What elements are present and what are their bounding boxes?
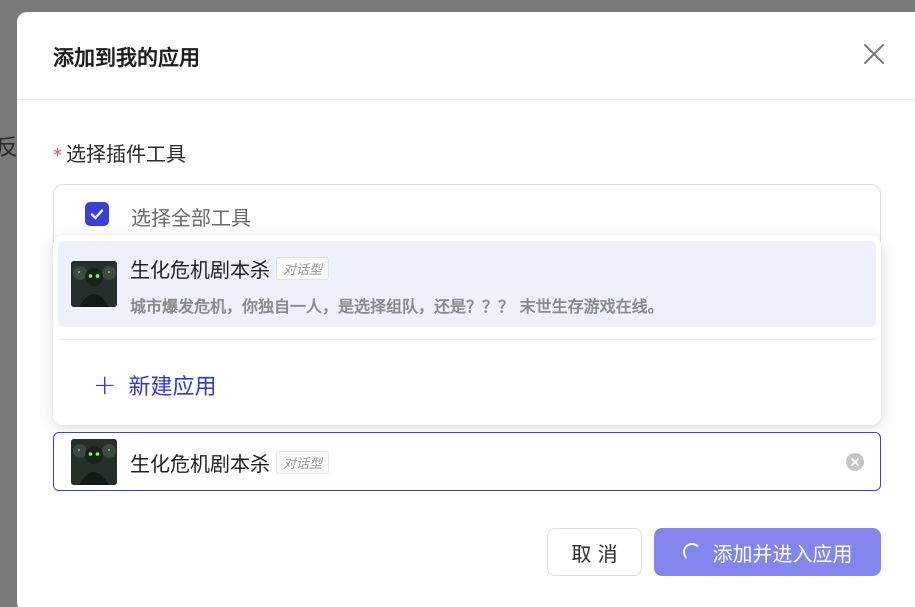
required-mark: * [53, 145, 62, 166]
new-app-button[interactable]: + 新建应用 [93, 369, 216, 401]
app-thumbnail [71, 261, 117, 307]
selected-app-select[interactable]: 生化危机剧本杀 对话型 [53, 432, 881, 491]
background-text: 反 [0, 136, 19, 161]
app-thumbnail [71, 439, 117, 485]
select-all-label: 选择全部工具 [131, 206, 251, 230]
clear-icon[interactable] [846, 453, 864, 471]
app-option-name: 生化危机剧本杀 对话型 [130, 254, 330, 283]
dropdown-divider [58, 339, 876, 340]
new-app-label: 新建应用 [128, 375, 217, 400]
loading-spinner-icon [682, 543, 701, 561]
selected-app-name: 生化危机剧本杀 对话型 [130, 448, 330, 477]
field-label: * 选择插件工具 [53, 138, 186, 167]
app-dropdown: 生化危机剧本杀 对话型 城市爆发危机，你独自一人，是选择组队，还是？？？ 末世生存… [53, 235, 881, 425]
modal-title: 添加到我的应用 [53, 46, 200, 70]
add-to-my-apps-modal: 添加到我的应用 * 选择插件工具 选择全部工具 生化危机剧本杀 对话型 城市爆发… [17, 12, 915, 607]
app-type-tag: 对话型 [276, 257, 330, 280]
modal-header: 添加到我的应用 [17, 12, 915, 100]
cancel-button[interactable]: 取 消 [547, 528, 642, 576]
close-icon[interactable] [862, 42, 886, 66]
app-option-description: 城市爆发危机，你独自一人，是选择组队，还是？？？ 末世生存游戏在线。 [130, 297, 664, 316]
app-type-tag: 对话型 [276, 451, 330, 474]
field-label-text: 选择插件工具 [66, 142, 186, 166]
app-option[interactable]: 生化危机剧本杀 对话型 城市爆发危机，你独自一人，是选择组队，还是？？？ 末世生存… [58, 241, 876, 327]
add-and-enter-app-button[interactable]: 添加并进入应用 [654, 528, 881, 576]
selected-app-title: 生化危机剧本杀 [130, 452, 270, 476]
add-and-enter-app-label: 添加并进入应用 [712, 541, 853, 566]
app-option-title: 生化危机剧本杀 [130, 258, 270, 282]
plus-icon: + [93, 368, 117, 401]
check-icon[interactable] [85, 202, 109, 226]
